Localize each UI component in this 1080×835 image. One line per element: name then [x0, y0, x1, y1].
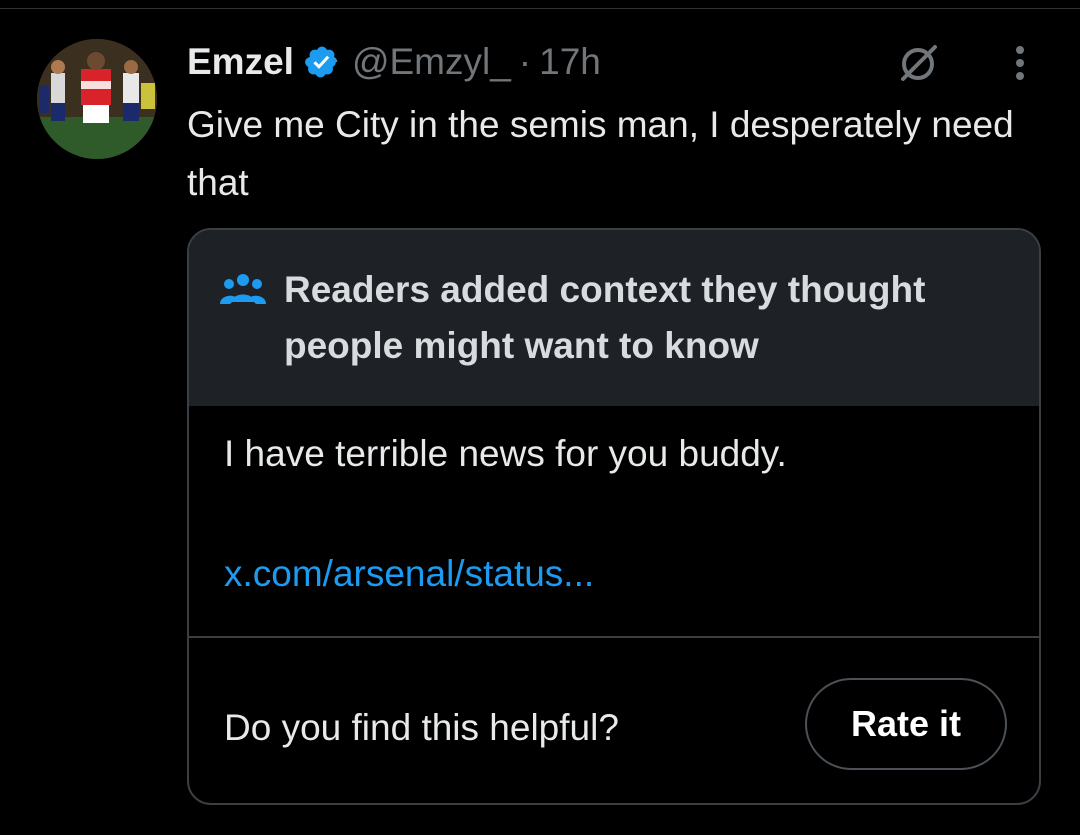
- tweet-timestamp[interactable]: 17h: [539, 41, 601, 83]
- tweet-header: Emzel @Emzyl_ · 17h: [187, 34, 601, 90]
- verified-badge-icon[interactable]: [304, 44, 340, 80]
- community-note-link[interactable]: x.com/arsenal/status...: [224, 550, 594, 598]
- note-divider: [189, 636, 1039, 638]
- user-avatar[interactable]: [37, 39, 157, 159]
- more-options-icon[interactable]: [1005, 40, 1035, 86]
- community-note-header: Readers added context they thought peopl…: [189, 230, 1039, 406]
- user-handle[interactable]: @Emzyl_: [352, 41, 511, 83]
- display-name[interactable]: Emzel: [187, 41, 294, 83]
- community-note-card: Readers added context they thought peopl…: [187, 228, 1041, 805]
- community-note-body: I have terrible news for you buddy.: [224, 433, 787, 474]
- top-divider: [0, 0, 1080, 9]
- helpful-question: Do you find this helpful?: [224, 707, 619, 748]
- readers-group-icon: [220, 272, 266, 308]
- community-note-title: Readers added context they thought peopl…: [284, 269, 926, 366]
- separator-dot: ·: [518, 41, 532, 82]
- tweet-text: Give me City in the semis man, I despera…: [187, 104, 1014, 203]
- rate-it-button[interactable]: Rate it: [805, 678, 1007, 770]
- avatar-photo: [37, 39, 157, 159]
- grok-icon[interactable]: [895, 40, 941, 86]
